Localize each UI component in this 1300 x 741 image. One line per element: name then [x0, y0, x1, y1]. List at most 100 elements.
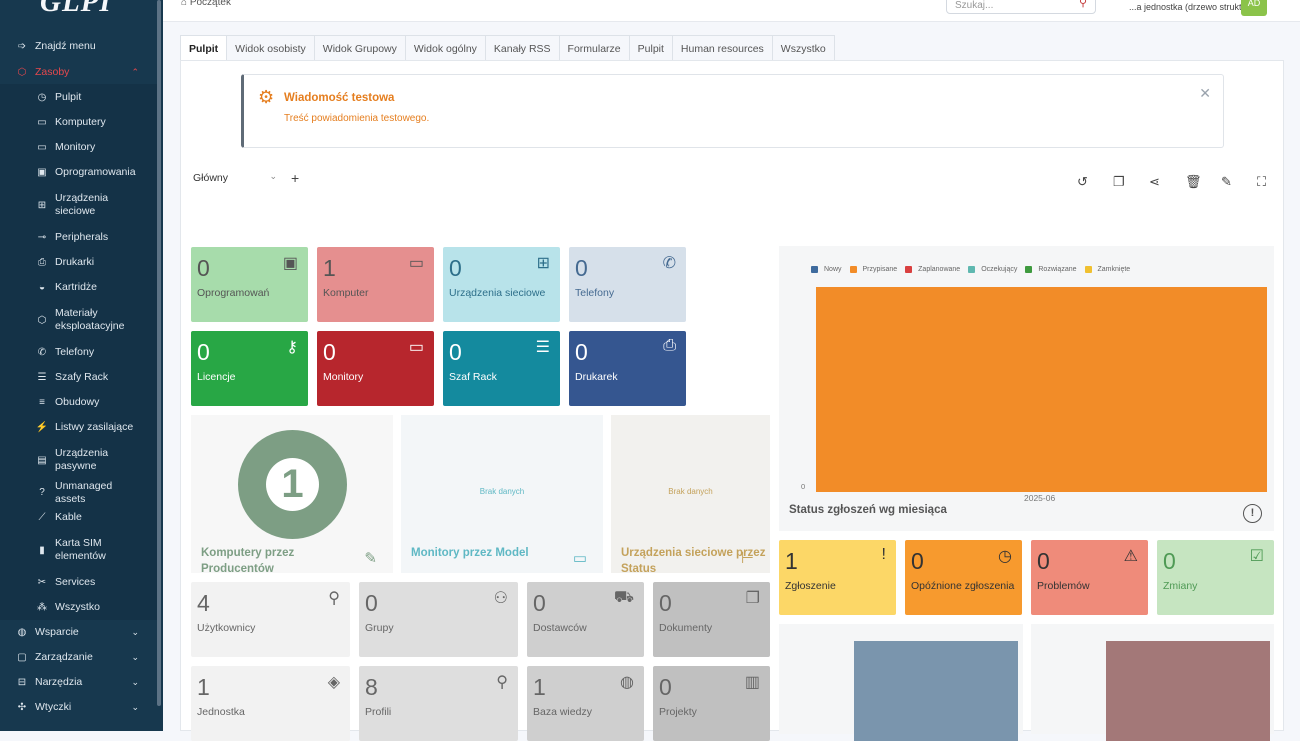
legend-item[interactable]: Rozwiązane	[1025, 266, 1077, 273]
sidebar-item-label: Urządzenia pasywne	[55, 447, 109, 472]
sidebar-item-kable[interactable]: ⟋ Kable	[0, 505, 157, 530]
sidebar-item-urządzenia-pasywne[interactable]: ▤ Urządzenia pasywne	[0, 440, 157, 480]
sidebar-item-materiały-eksploatacyjne[interactable]: ⬡ Materiały eksploatacyjne	[0, 300, 157, 340]
dashboard-select[interactable]: Główny ⌄	[189, 167, 285, 189]
ticket-card[interactable]: 1 Zgłoszenie!	[779, 540, 896, 615]
breadcrumb[interactable]: ⌂ Początek	[181, 0, 231, 8]
sidebar-item-kartridże[interactable]: ◒ Kartridże	[0, 275, 157, 300]
sidebar-item-oprogramowania[interactable]: ▣ Oprogramowania	[0, 160, 157, 185]
tab-5[interactable]: Formularze	[558, 35, 630, 61]
hierarchy-icon[interactable]: ⊢	[741, 549, 754, 567]
sidebar-item-pulpit[interactable]: ◷ Pulpit	[0, 85, 157, 110]
monitor-icon[interactable]: ▭	[573, 549, 587, 567]
asset-card[interactable]: 0 Urządzenia sieciowe ⊞	[443, 247, 560, 322]
asset-card[interactable]: 0 Oprogramowań ▣	[191, 247, 308, 322]
chevron-down-icon: ⌄	[131, 702, 139, 712]
sidebar-item-listwy-zasilające[interactable]: ⚡ Listwy zasilające	[0, 415, 157, 440]
legend-item[interactable]: Przypisane	[849, 266, 897, 273]
stat-card[interactable]: 0 Projekty ▥	[653, 666, 770, 741]
sidebar-item-wszystko[interactable]: ⁂ Wszystko	[0, 595, 157, 620]
legend-item[interactable]: Nowy	[811, 266, 842, 273]
stat-card[interactable]: 1 Jednostka ◈	[191, 666, 350, 741]
copy-icon[interactable]: ❐	[1113, 174, 1149, 190]
trash-icon[interactable]: 🗑︎	[1185, 174, 1221, 190]
ticket-card[interactable]: 0 Zmiany ☑	[1157, 540, 1274, 615]
tab-7[interactable]: Human resources	[671, 35, 773, 61]
tab-1[interactable]: Widok osobisty	[226, 35, 315, 61]
sidebar-group-2[interactable]: ⊟ Narzędzia ⌄	[0, 670, 157, 695]
sidebar-item-monitory[interactable]: ▭ Monitory	[0, 135, 157, 160]
ticket-card[interactable]: 0 Opóźnione zgłoszenia ◷	[905, 540, 1022, 615]
sidebar-scrollbar[interactable]	[157, 0, 161, 706]
search-input[interactable]: Szukaj... ⚲	[946, 0, 1096, 14]
tab-6[interactable]: Pulpit	[628, 35, 673, 61]
asset-card[interactable]: 0 Licencje ⚷	[191, 331, 308, 406]
users-icon: ⚇	[493, 590, 508, 607]
sidebar-item-label: Peripherals	[55, 231, 109, 243]
find-menu-button[interactable]: ➩ Znajdź menu	[0, 34, 157, 59]
sidebar-item-karta-sim-elementów[interactable]: ▮ Karta SIM elementów	[0, 530, 157, 570]
stat-card[interactable]: 0 Dostawców ⛟	[527, 582, 644, 657]
sidebar-group-3[interactable]: ✣ Wtyczki ⌄	[0, 695, 157, 720]
card-label: Projekty	[659, 706, 697, 718]
dashboard-toolbar: ↺ ❐ ⋖ 🗑︎ ✎ ⛶	[1077, 174, 1293, 190]
legend-item[interactable]: Zaplanowane	[905, 266, 960, 273]
ticket-card[interactable]: 0 Problemów ⚠	[1031, 540, 1148, 615]
sidebar-group-0[interactable]: ◍ Wsparcie ⌄	[0, 620, 157, 645]
sidebar-item-drukarki[interactable]: ⎙ Drukarki	[0, 250, 157, 275]
package-icon: ⬡	[37, 314, 47, 326]
stat-card[interactable]: 8 Profili ⚲	[359, 666, 518, 741]
legend-item[interactable]: Zamknięte	[1084, 266, 1130, 273]
dashboard-select-value: Główny	[193, 172, 229, 184]
tab-0[interactable]: Pulpit	[180, 35, 228, 61]
asset-card[interactable]: 0 Szaf Rack ☰	[443, 331, 560, 406]
mini-chart-bar[interactable]	[1106, 641, 1270, 741]
tab-4[interactable]: Kanały RSS	[484, 35, 560, 61]
sidebar-item-label: Drukarki	[55, 256, 95, 268]
fullscreen-icon[interactable]: ⛶	[1257, 174, 1293, 190]
sidebar-item-label: Pulpit	[55, 91, 82, 103]
entity-selector[interactable]: ...a jednostka (drzewo struktury)	[1129, 2, 1257, 12]
sidebar-item-unmanaged-assets[interactable]: ? Unmanaged assets	[0, 480, 157, 505]
sidebar-item-assets[interactable]: ⬡ Zasoby ⌃	[0, 60, 157, 85]
sidebar-item-label: Komputery	[55, 116, 106, 128]
history-icon[interactable]: ↺	[1077, 174, 1113, 190]
user-icon: ⚲	[328, 590, 340, 607]
info-icon[interactable]: !	[1243, 504, 1262, 523]
edit-icon[interactable]: ✎	[364, 549, 377, 567]
asset-card[interactable]: 0 Telefony ✆	[569, 247, 686, 322]
legend-label: Zaplanowane	[918, 266, 961, 273]
stat-card[interactable]: 1 Baza wiedzy ◍	[527, 666, 644, 741]
stat-card[interactable]: 4 Użytkownicy ⚲	[191, 582, 350, 657]
edit-icon[interactable]: ✎	[1221, 174, 1257, 190]
stat-card[interactable]: 0 Grupy ⚇	[359, 582, 518, 657]
asset-card[interactable]: 0 Drukarek ⎙	[569, 331, 686, 406]
asset-card[interactable]: 0 Monitory ▭	[317, 331, 434, 406]
sidebar-item-urządzenia-sieciowe[interactable]: ⊞ Urządzenia sieciowe	[0, 185, 157, 225]
glpi-logo[interactable]: GLPI	[40, 0, 112, 19]
legend-item[interactable]: Oczekujący	[968, 266, 1017, 273]
close-icon[interactable]: ✕	[1199, 85, 1211, 102]
add-dashboard-button[interactable]: +	[291, 170, 299, 186]
sidebar-group-1[interactable]: ▢ Zarządzanie ⌄	[0, 645, 157, 670]
sidebar-item-telefony[interactable]: ✆ Telefony	[0, 340, 157, 365]
pie-chart[interactable]: 1	[238, 430, 347, 539]
network-icon: ⊞	[37, 199, 47, 211]
card-value: 0	[659, 674, 672, 700]
legend-label: Nowy	[824, 266, 842, 273]
search-icon[interactable]: ⚲	[1079, 0, 1087, 9]
asset-card[interactable]: 1 Komputer ▭	[317, 247, 434, 322]
tab-3[interactable]: Widok ogólny	[404, 35, 486, 61]
sidebar-item-szafy-rack[interactable]: ☰ Szafy Rack	[0, 365, 157, 390]
sidebar-item-peripherals[interactable]: ⊸ Peripherals	[0, 225, 157, 250]
share-icon[interactable]: ⋖	[1149, 174, 1185, 190]
tab-2[interactable]: Widok Grupowy	[313, 35, 406, 61]
chart-bar-przypisane[interactable]	[816, 287, 1267, 492]
sidebar-item-services[interactable]: ✂ Services	[0, 570, 157, 595]
avatar[interactable]: AD	[1241, 0, 1267, 16]
stat-card[interactable]: 0 Dokumenty ❐	[653, 582, 770, 657]
sidebar-item-komputery[interactable]: ▭ Komputery	[0, 110, 157, 135]
sidebar-item-obudowy[interactable]: ≡ Obudowy	[0, 390, 157, 415]
mini-chart-bar[interactable]	[854, 641, 1018, 741]
tab-8[interactable]: Wszystko	[771, 35, 835, 61]
